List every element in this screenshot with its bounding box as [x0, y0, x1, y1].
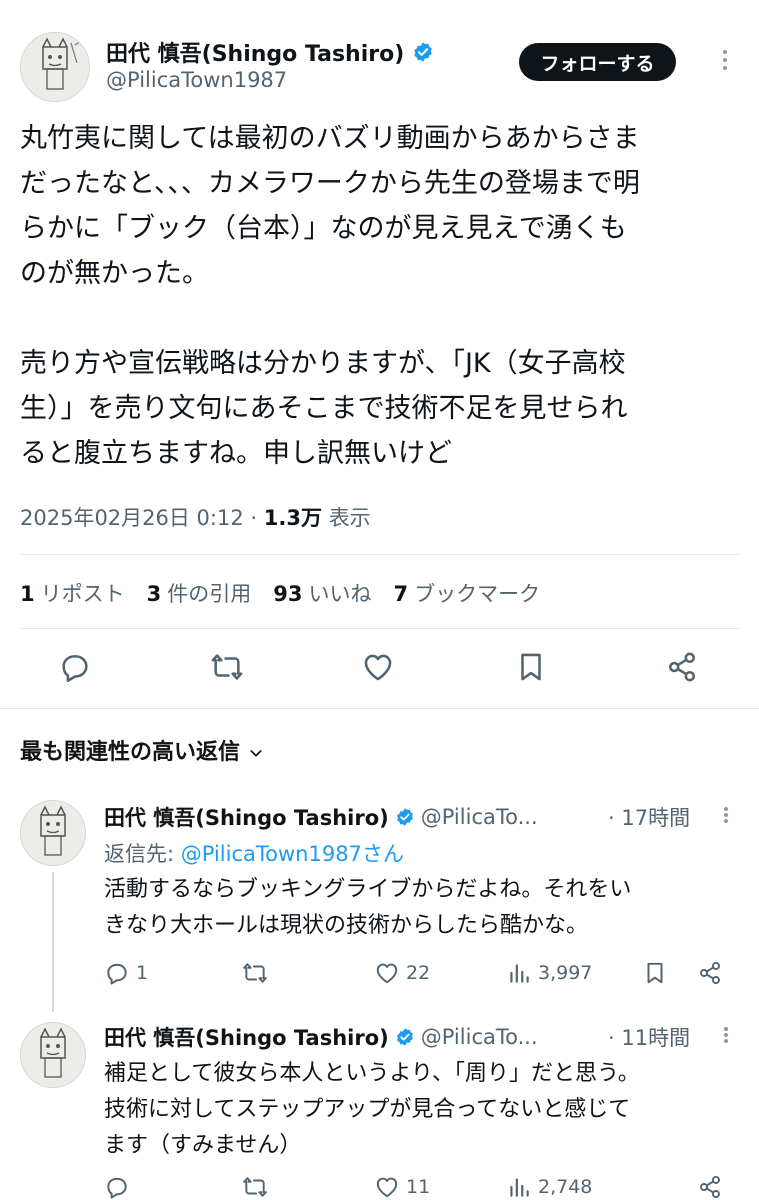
reply-button[interactable]	[104, 1174, 136, 1200]
post-line: 売り方や宣伝戦略は分かりますが、「JK（女子高校	[20, 348, 626, 379]
follow-button[interactable]: フォローする	[519, 43, 676, 81]
likes-count: 93	[273, 582, 303, 606]
reply-icon	[104, 1174, 130, 1200]
replies-sort-dropdown[interactable]: 最も関連性の高い返信	[20, 734, 264, 766]
reposts-count: 1	[20, 582, 35, 606]
views-icon	[506, 1174, 532, 1200]
like-icon	[374, 1174, 400, 1200]
views-button[interactable]: 3,997	[506, 960, 592, 986]
reply-line: 技術に対してステップアップが見合ってないと感じて	[104, 1097, 631, 1122]
views-icon	[506, 960, 532, 986]
reply-avatar[interactable]	[20, 1022, 86, 1088]
post-line: 生）」を売り文句にあそこまで技術不足を見せられ	[20, 393, 628, 424]
stat-quotes[interactable]: 3 件の引用	[147, 578, 252, 608]
views-label: 表示	[328, 506, 371, 530]
post-line-blank	[20, 296, 735, 341]
post-line: 丸竹夷に関しては最初のバズリ動画からあからさま	[20, 123, 640, 154]
more-icon[interactable]	[719, 804, 733, 826]
reply-author[interactable]: 田代 慎吾(Shingo Tashiro) @PilicaTo...	[104, 1022, 538, 1052]
reply-to: 返信先: @PilicaTown1987さん	[104, 838, 404, 868]
reply-to-link[interactable]: @PilicaTown1987さん	[181, 842, 404, 866]
verified-icon	[395, 1027, 415, 1047]
share-icon[interactable]	[665, 650, 699, 684]
repost-icon	[242, 960, 268, 986]
reply-line: 補足として彼女ら本人というより、「周り」だと思う。	[104, 1061, 640, 1086]
reply-avatar[interactable]	[20, 800, 86, 866]
reply-line: 活動するならブッキングライブからだよね。それをい	[104, 877, 632, 902]
views-count: 1.3万	[263, 506, 322, 530]
reply-author-name: 田代 慎吾(Shingo Tashiro)	[104, 806, 389, 830]
quotes-label: 件の引用	[167, 582, 252, 606]
reply-time[interactable]: · 11時間	[608, 1022, 690, 1052]
stat-likes[interactable]: 93 いいね	[273, 578, 371, 608]
bookmark-icon[interactable]	[514, 650, 548, 684]
reply-text: 活動するならブッキングライブからだよね。それをい きなり大ホールは現状の技術から…	[104, 872, 631, 944]
author-avatar[interactable]	[20, 32, 90, 102]
reply-text: 補足として彼女ら本人というより、「周り」だと思う。 技術に対してステップアップが…	[104, 1056, 640, 1164]
reposts-label: リポスト	[40, 582, 125, 606]
bookmark-icon	[642, 960, 668, 986]
like-button[interactable]: 22	[374, 960, 430, 986]
reply-line: きなり大ホールは現状の技術からしたら酷かな。	[104, 913, 589, 938]
reply-icon[interactable]	[58, 650, 92, 684]
share-button[interactable]	[697, 960, 723, 986]
verified-icon	[395, 807, 415, 827]
author-handle[interactable]: @PilicaTown1987	[106, 68, 287, 92]
views-count: 2,748	[538, 1176, 593, 1198]
divider	[20, 554, 740, 555]
post-meta: 2025年02月26日 0:12 · 1.3万 表示	[20, 502, 371, 532]
post-line: ると腹立ちますね。申し訳無いけど	[20, 438, 452, 469]
stat-bookmarks[interactable]: 7 ブックマーク	[393, 578, 540, 608]
likes-count: 22	[406, 962, 431, 984]
reply-author-name: 田代 慎吾(Shingo Tashiro)	[104, 1026, 389, 1050]
share-icon	[697, 960, 723, 986]
divider	[20, 628, 740, 629]
chevron-down-icon	[248, 742, 264, 758]
thread-line	[52, 872, 54, 1012]
likes-label: いいね	[308, 582, 372, 606]
more-icon[interactable]	[719, 1024, 733, 1046]
share-button[interactable]	[697, 1174, 723, 1200]
repost-button[interactable]	[242, 960, 274, 986]
repost-button[interactable]	[242, 1174, 274, 1200]
reply-author-handle: @PilicaTo...	[420, 805, 538, 829]
reply-time[interactable]: · 17時間	[608, 802, 690, 832]
reply-author-handle: @PilicaTo...	[420, 1025, 538, 1049]
post-line: だったなと、、、カメラワークから先生の登場まで明	[20, 168, 640, 199]
meta-separator: ·	[250, 506, 258, 530]
bookmarks-label: ブックマーク	[414, 582, 541, 606]
post-line: らかに「ブック（台本）」なのが見え見えで湧くも	[20, 213, 627, 244]
reply-line: ます（すみません）	[104, 1133, 302, 1158]
like-button[interactable]: 11	[374, 1174, 430, 1200]
reply-icon	[104, 960, 130, 986]
post-stats: 1 リポスト 3 件の引用 93 いいね 7 ブックマーク	[20, 578, 540, 608]
more-icon[interactable]	[718, 47, 732, 73]
bookmarks-count: 7	[393, 582, 409, 606]
replies-sort-label: 最も関連性の高い返信	[20, 740, 241, 765]
likes-count: 11	[406, 1176, 431, 1198]
like-icon	[374, 960, 400, 986]
verified-icon	[412, 41, 434, 63]
reply-button[interactable]: 1	[104, 960, 148, 986]
post-text: 丸竹夷に関しては最初のバズリ動画からあからさま だったなと、、、カメラワークから…	[20, 116, 735, 476]
repost-icon[interactable]	[210, 650, 244, 684]
post-timestamp[interactable]: 2025年02月26日 0:12	[20, 506, 244, 530]
views-button[interactable]: 2,748	[506, 1174, 592, 1200]
repost-icon	[242, 1174, 268, 1200]
views-count: 3,997	[538, 962, 593, 984]
like-icon[interactable]	[361, 650, 395, 684]
replies-count: 1	[136, 962, 149, 984]
quotes-count: 3	[146, 582, 162, 606]
reply-to-prefix: 返信先:	[104, 842, 175, 866]
post-line: のが無かった。	[20, 258, 209, 289]
reply-author[interactable]: 田代 慎吾(Shingo Tashiro) @PilicaTo...	[104, 802, 538, 832]
author-name-text: 田代 慎吾(Shingo Tashiro)	[106, 42, 405, 67]
bookmark-button[interactable]	[642, 960, 668, 986]
divider	[0, 708, 759, 709]
author-name[interactable]: 田代 慎吾(Shingo Tashiro)	[106, 36, 434, 68]
stat-reposts[interactable]: 1 リポスト	[20, 578, 125, 608]
share-icon	[697, 1174, 723, 1200]
